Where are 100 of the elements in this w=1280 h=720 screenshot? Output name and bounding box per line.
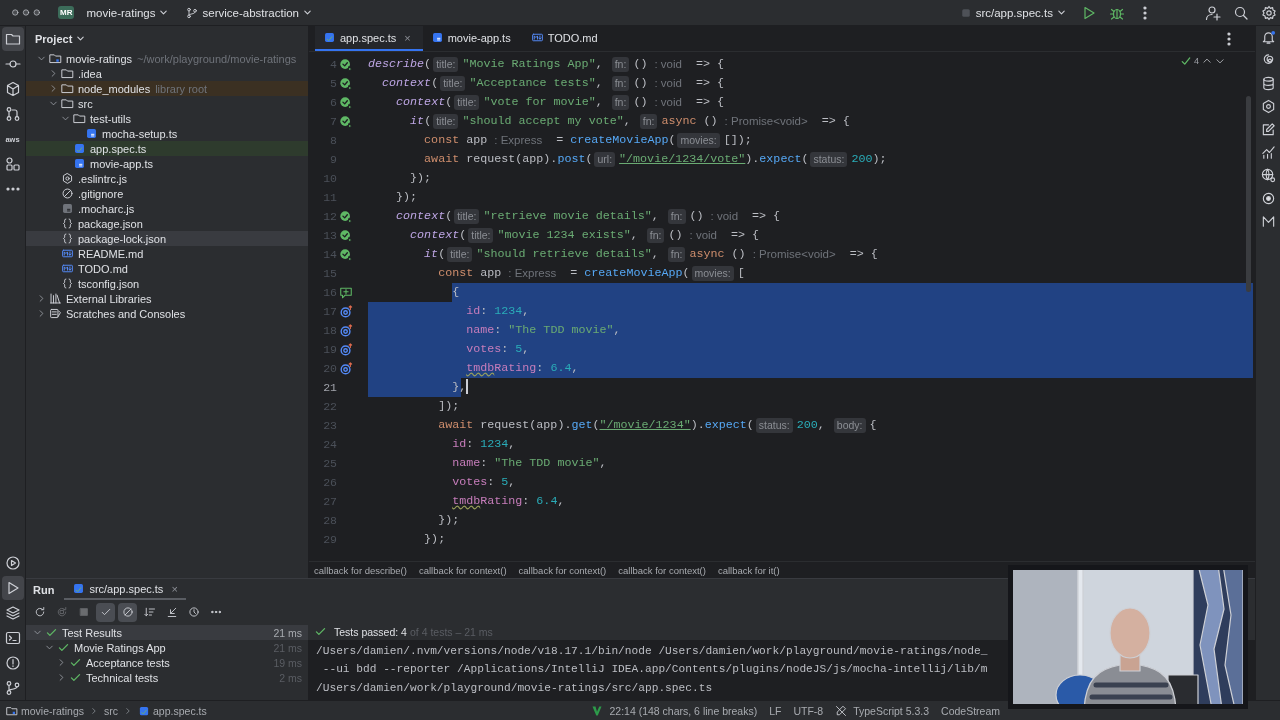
hexagon-icon[interactable] xyxy=(1260,99,1276,114)
chevron-down-icon[interactable] xyxy=(1215,56,1225,66)
tree-item[interactable]: app.spec.ts xyxy=(26,141,308,156)
tree-item[interactable]: package.json xyxy=(26,216,308,231)
settings-icon[interactable] xyxy=(1261,4,1277,21)
test-pass-icon[interactable] xyxy=(339,95,353,110)
file-icon xyxy=(73,157,86,170)
line-number: 21 xyxy=(322,381,337,394)
editor-tab[interactable]: TODO.md xyxy=(522,26,610,51)
editor-tab[interactable]: movie-app.ts xyxy=(422,26,523,51)
breadcrumb[interactable]: callback for context() xyxy=(618,564,706,576)
add-comment-icon[interactable] xyxy=(339,285,353,300)
code-line: ]); xyxy=(437,398,461,415)
toolbar-button[interactable] xyxy=(118,602,137,622)
test-pass-icon[interactable] xyxy=(339,76,353,91)
services-icon xyxy=(4,555,21,571)
breadcrumb[interactable]: app.spec.ts xyxy=(138,704,207,717)
tree-item[interactable]: .eslintrc.js xyxy=(26,171,308,186)
clock-icon xyxy=(187,606,200,618)
test-pass-icon[interactable] xyxy=(339,114,353,129)
panel-title[interactable]: Project xyxy=(35,32,73,45)
ring-icon[interactable] xyxy=(339,361,353,376)
code-line: const app : Express = createMovieApp( movies: [ xyxy=(437,265,746,283)
inspection-widget[interactable]: 4 xyxy=(1181,56,1225,66)
notifications-icon[interactable] xyxy=(1260,30,1276,45)
branch-icon xyxy=(4,680,21,696)
ring-icon[interactable] xyxy=(1260,191,1276,206)
toolbar-button[interactable] xyxy=(96,602,115,622)
close-button[interactable]: × xyxy=(171,582,178,595)
branch-selector[interactable]: service-abstraction xyxy=(180,4,318,21)
tree-item[interactable]: package-lock.json xyxy=(26,231,308,246)
tree-item[interactable]: Scratches and Consoles xyxy=(26,306,308,321)
edit-icon[interactable] xyxy=(1260,122,1276,137)
test-pass-icon[interactable] xyxy=(339,209,353,224)
run-tab[interactable]: src/app.spec.ts × xyxy=(64,579,186,600)
tree-item[interactable]: movie-app.ts xyxy=(26,156,308,171)
globe-search-icon[interactable] xyxy=(1260,168,1276,183)
breadcrumb[interactable]: movie-ratings xyxy=(6,704,85,717)
chevron-up-icon[interactable] xyxy=(1202,56,1212,66)
search-icon[interactable] xyxy=(1233,4,1249,21)
ring-icon[interactable] xyxy=(339,323,353,338)
status-item[interactable]: 22:14 (148 chars, 6 line breaks) xyxy=(609,704,758,717)
test-tree-item[interactable]: Test Results 21 ms xyxy=(26,625,308,640)
status-item[interactable]: LF xyxy=(769,704,782,717)
braces-icon xyxy=(61,277,74,290)
tree-item[interactable]: movie-ratings ~/work/playground/movie-ratings xyxy=(26,51,308,66)
file-icon xyxy=(61,262,74,275)
tree-item[interactable]: TODO.md xyxy=(26,261,308,276)
code-line: tmdbRating: 6.4, xyxy=(451,493,566,510)
tree-item[interactable]: .mocharc.js xyxy=(26,201,308,216)
hexagon-icon xyxy=(61,172,74,185)
code-line: await request(app).get("/movie/1234").expect( status: 200, body: { xyxy=(437,417,878,435)
project-selector[interactable]: movie-ratings xyxy=(80,4,175,21)
test-pass-icon[interactable] xyxy=(339,228,353,243)
rerun-icon xyxy=(33,606,46,618)
cube-icon xyxy=(4,81,21,97)
close-button[interactable]: × xyxy=(404,31,411,44)
tree-item[interactable]: node_modules library root xyxy=(26,81,308,96)
editor-tab[interactable]: app.spec.ts × xyxy=(315,26,423,51)
status-item[interactable]: CodeStream xyxy=(941,704,1000,717)
console-line: /Users/damien/work/playground/movie-ratings/src/app.spec.ts xyxy=(316,681,714,696)
zigzag-icon[interactable] xyxy=(1260,214,1276,229)
tree-item[interactable]: tsconfig.json xyxy=(26,276,308,291)
tree-item[interactable]: External Libraries xyxy=(26,291,308,306)
tree-item[interactable]: mocha-setup.ts xyxy=(26,126,308,141)
tree-item[interactable]: README.md xyxy=(26,246,308,261)
check-icon xyxy=(99,606,112,618)
scrollbar[interactable] xyxy=(1246,96,1251,292)
chevron-icon xyxy=(124,706,133,715)
tree-item[interactable]: .gitignore xyxy=(26,186,308,201)
tree-item[interactable]: test-utils xyxy=(26,111,308,126)
structure-icon xyxy=(4,156,21,172)
chart-icon[interactable] xyxy=(1260,145,1276,160)
breadcrumb[interactable]: src xyxy=(104,704,119,717)
folder-icon xyxy=(61,97,74,110)
tree-item[interactable]: .idea xyxy=(26,66,308,81)
v-shape-icon[interactable] xyxy=(591,704,604,717)
window-controls[interactable] xyxy=(12,9,40,16)
breadcrumb[interactable]: callback for context() xyxy=(518,564,607,576)
add-user-icon[interactable] xyxy=(1205,4,1221,21)
test-pass-icon[interactable] xyxy=(339,57,353,72)
run-config-selector[interactable]: src/app.spec.ts xyxy=(953,4,1072,21)
status-item[interactable]: UTF-8 xyxy=(793,704,824,717)
breadcrumb[interactable]: callback for context() xyxy=(418,564,507,576)
breadcrumb[interactable]: callback for describe() xyxy=(314,564,407,576)
ring-icon[interactable] xyxy=(339,342,353,357)
pencil-slash-icon[interactable] xyxy=(835,704,848,717)
test-pass-icon[interactable] xyxy=(339,247,353,262)
status-item[interactable]: TypeScript 5.3.3 xyxy=(853,704,930,717)
ring-icon[interactable] xyxy=(339,304,353,319)
breadcrumb[interactable]: callback for it() xyxy=(717,564,780,576)
inspection-count: 4 xyxy=(1194,56,1199,66)
branch-icon xyxy=(186,6,199,19)
tool-window-button[interactable] xyxy=(1,27,24,51)
run-icon[interactable] xyxy=(1081,4,1097,21)
console-line: /Users/damien/.nvm/versions/node/v18.17.1/bin/node /Users/damien/work/playground/movie-ratings/node_ xyxy=(316,644,989,659)
caret-icon[interactable] xyxy=(76,34,86,43)
tool-window-button[interactable] xyxy=(1,576,24,600)
tree-item[interactable]: src xyxy=(26,96,308,111)
database-icon[interactable] xyxy=(1260,76,1276,91)
